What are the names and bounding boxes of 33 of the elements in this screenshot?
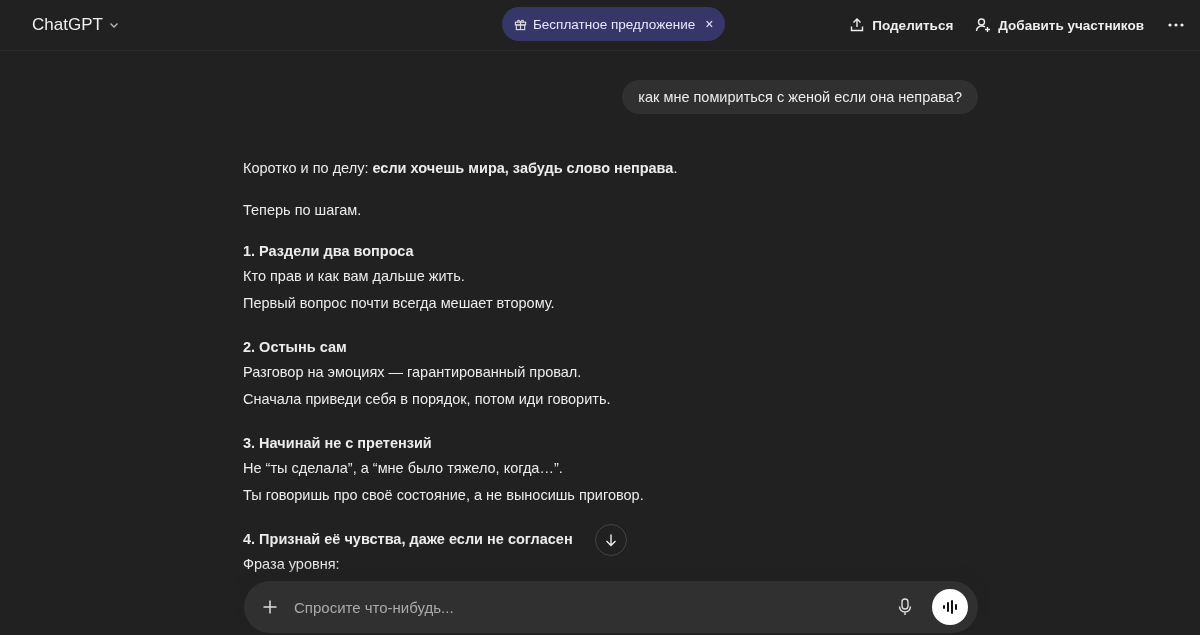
person-add-icon bbox=[975, 17, 992, 33]
step-heading: 4. Признай её чувства, даже если не согласен bbox=[243, 530, 573, 549]
arrow-down-icon bbox=[604, 533, 618, 547]
scroll-down-button[interactable] bbox=[595, 524, 627, 556]
offer-label: Бесплатное предложение bbox=[533, 16, 696, 32]
sound-wave-icon bbox=[942, 600, 958, 614]
share-button[interactable]: Поделиться bbox=[849, 13, 954, 37]
step-heading: 1. Раздели два вопроса bbox=[243, 242, 414, 261]
upload-icon bbox=[849, 17, 866, 33]
answer-text: Ты говоришь про своё состояние, а не выносишь приговор. bbox=[243, 486, 644, 505]
answer-text: Не “ты сделала”, а “мне было тяжело, когда…”. bbox=[243, 459, 563, 478]
answer-text: Первый вопрос почти всегда мешает второму. bbox=[243, 294, 555, 313]
chevron-down-icon bbox=[108, 20, 119, 30]
answer-intro: Коротко и по делу: если хочешь мира, забудь слово неправа. bbox=[243, 159, 679, 178]
answer-text: Сначала приведи себя в порядок, потом иди говорить. bbox=[243, 390, 611, 409]
user-message: как мне помириться с женой если она неправа? bbox=[622, 80, 978, 114]
gift-icon bbox=[514, 17, 527, 31]
plus-icon[interactable] bbox=[262, 599, 278, 615]
answer-text: Теперь по шагам. bbox=[243, 201, 363, 220]
model-selector[interactable]: ChatGPT bbox=[32, 15, 119, 35]
message-input[interactable]: Спросите что-нибудь... bbox=[292, 597, 884, 617]
answer-text: Фраза уровня: bbox=[243, 555, 340, 574]
answer-text: Разговор на эмоциях — гарантированный провал. bbox=[243, 363, 582, 382]
answer-text: Кто прав и как вам дальше жить. bbox=[243, 267, 465, 286]
more-options-icon[interactable] bbox=[1168, 23, 1184, 27]
add-people-button[interactable]: Добавить участников bbox=[975, 13, 1144, 37]
message-composer[interactable]: Спросите что-нибудь... bbox=[244, 581, 978, 633]
offer-pill[interactable]: Бесплатное предложение × bbox=[502, 7, 726, 41]
close-icon[interactable]: × bbox=[705, 16, 714, 32]
step-heading: 3. Начинай не с претензий bbox=[243, 434, 432, 453]
microphone-icon[interactable] bbox=[898, 598, 912, 616]
voice-mode-button[interactable] bbox=[932, 589, 968, 625]
step-heading: 2. Остынь сам bbox=[243, 338, 347, 357]
